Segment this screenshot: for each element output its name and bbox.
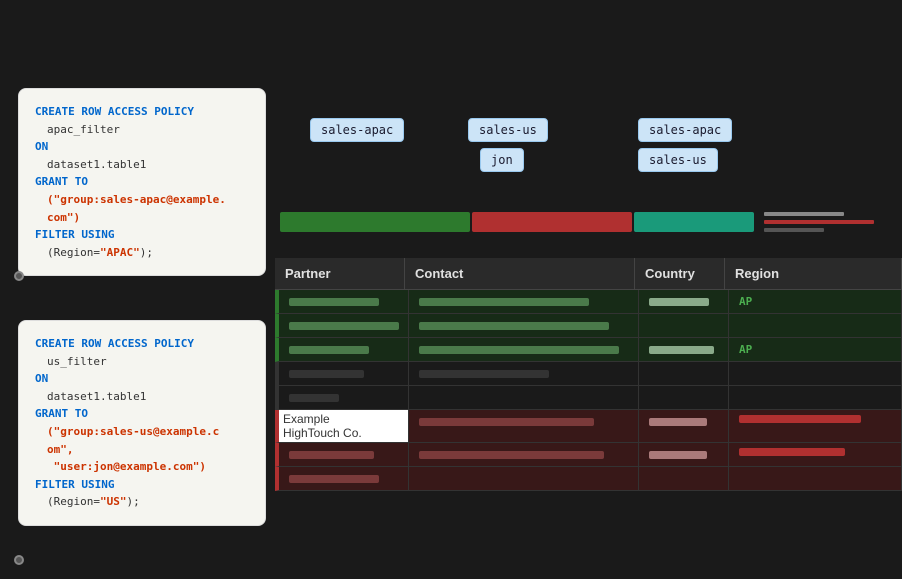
cell-country xyxy=(639,410,729,442)
connector-dot-bottom xyxy=(14,555,24,565)
cell-contact xyxy=(409,386,639,409)
table-row: AP xyxy=(275,338,902,362)
cell-contact xyxy=(409,443,639,466)
cell-contact xyxy=(409,410,639,442)
cell-partner xyxy=(279,443,409,466)
col-header-partner: Partner xyxy=(275,258,405,289)
code-line: (Region="APAC"); xyxy=(35,244,249,262)
tag-sales-us-2: sales-us xyxy=(638,148,718,172)
code-line: dataset1.table1 xyxy=(35,388,249,406)
cell-country xyxy=(639,386,729,409)
data-table: Partner Contact Country Region AP AP xyxy=(275,258,902,491)
code-panel-bottom: CREATE ROW ACCESS POLICY us_filter ON da… xyxy=(18,320,266,526)
code-line: CREATE ROW ACCESS POLICY xyxy=(35,103,249,121)
table-row xyxy=(275,362,902,386)
cell-region: AP xyxy=(729,290,902,313)
cell-region xyxy=(729,467,902,490)
cell-region xyxy=(729,443,902,466)
table-row: ExampleHighTouch Co. xyxy=(275,410,902,443)
cell-region xyxy=(729,314,902,337)
table-row xyxy=(275,467,902,491)
tag-sales-apac-2: sales-apac xyxy=(638,118,732,142)
code-line: (Region="US"); xyxy=(35,493,249,511)
table-header: Partner Contact Country Region xyxy=(275,258,902,290)
code-panel-top: CREATE ROW ACCESS POLICY apac_filter ON … xyxy=(18,88,266,276)
code-line: ON xyxy=(35,370,249,388)
cell-partner xyxy=(279,338,409,361)
cell-region xyxy=(729,362,902,385)
cell-country xyxy=(639,467,729,490)
table-row xyxy=(275,314,902,338)
small-lines-area xyxy=(756,212,902,232)
cell-country xyxy=(639,338,729,361)
col-header-region: Region xyxy=(725,258,902,289)
tag-jon: jon xyxy=(480,148,524,172)
bar-green-left xyxy=(280,212,470,232)
tag-sales-us: sales-us xyxy=(468,118,548,142)
code-line: FILTER USING xyxy=(35,226,249,244)
cell-partner xyxy=(279,386,409,409)
table-row: AP xyxy=(275,290,902,314)
cell-region xyxy=(729,410,902,442)
tag-sales-apac-1: sales-apac xyxy=(310,118,404,142)
cell-contact xyxy=(409,314,639,337)
cell-partner xyxy=(279,467,409,490)
cell-partner xyxy=(279,314,409,337)
col-header-country: Country xyxy=(635,258,725,289)
cell-partner xyxy=(279,362,409,385)
cell-country xyxy=(639,290,729,313)
code-line: apac_filter xyxy=(35,121,249,139)
cell-region xyxy=(729,386,902,409)
cell-contact xyxy=(409,338,639,361)
bar-red-center xyxy=(472,212,632,232)
cell-contact xyxy=(409,467,639,490)
color-bars-section xyxy=(280,196,902,248)
bar-teal-right xyxy=(634,212,754,232)
code-line: FILTER USING xyxy=(35,476,249,494)
code-line: dataset1.table1 xyxy=(35,156,249,174)
cell-contact xyxy=(409,362,639,385)
cell-region: AP xyxy=(729,338,902,361)
cell-country xyxy=(639,362,729,385)
cell-partner-example: ExampleHighTouch Co. xyxy=(279,410,409,442)
code-line: us_filter xyxy=(35,353,249,371)
code-line: GRANT TO xyxy=(35,173,249,191)
cell-partner xyxy=(279,290,409,313)
col-header-contact: Contact xyxy=(405,258,635,289)
code-line: ("group:sales-apac@example.com") xyxy=(35,191,249,226)
cell-contact xyxy=(409,290,639,313)
code-line: CREATE ROW ACCESS POLICY xyxy=(35,335,249,353)
connector-dot-top xyxy=(14,271,24,281)
code-line: ON xyxy=(35,138,249,156)
cell-country xyxy=(639,443,729,466)
code-line: ("group:sales-us@example.com", xyxy=(35,423,249,458)
table-row xyxy=(275,386,902,410)
cell-country xyxy=(639,314,729,337)
table-row xyxy=(275,443,902,467)
code-line: GRANT TO xyxy=(35,405,249,423)
code-line: "user:jon@example.com") xyxy=(35,458,249,476)
